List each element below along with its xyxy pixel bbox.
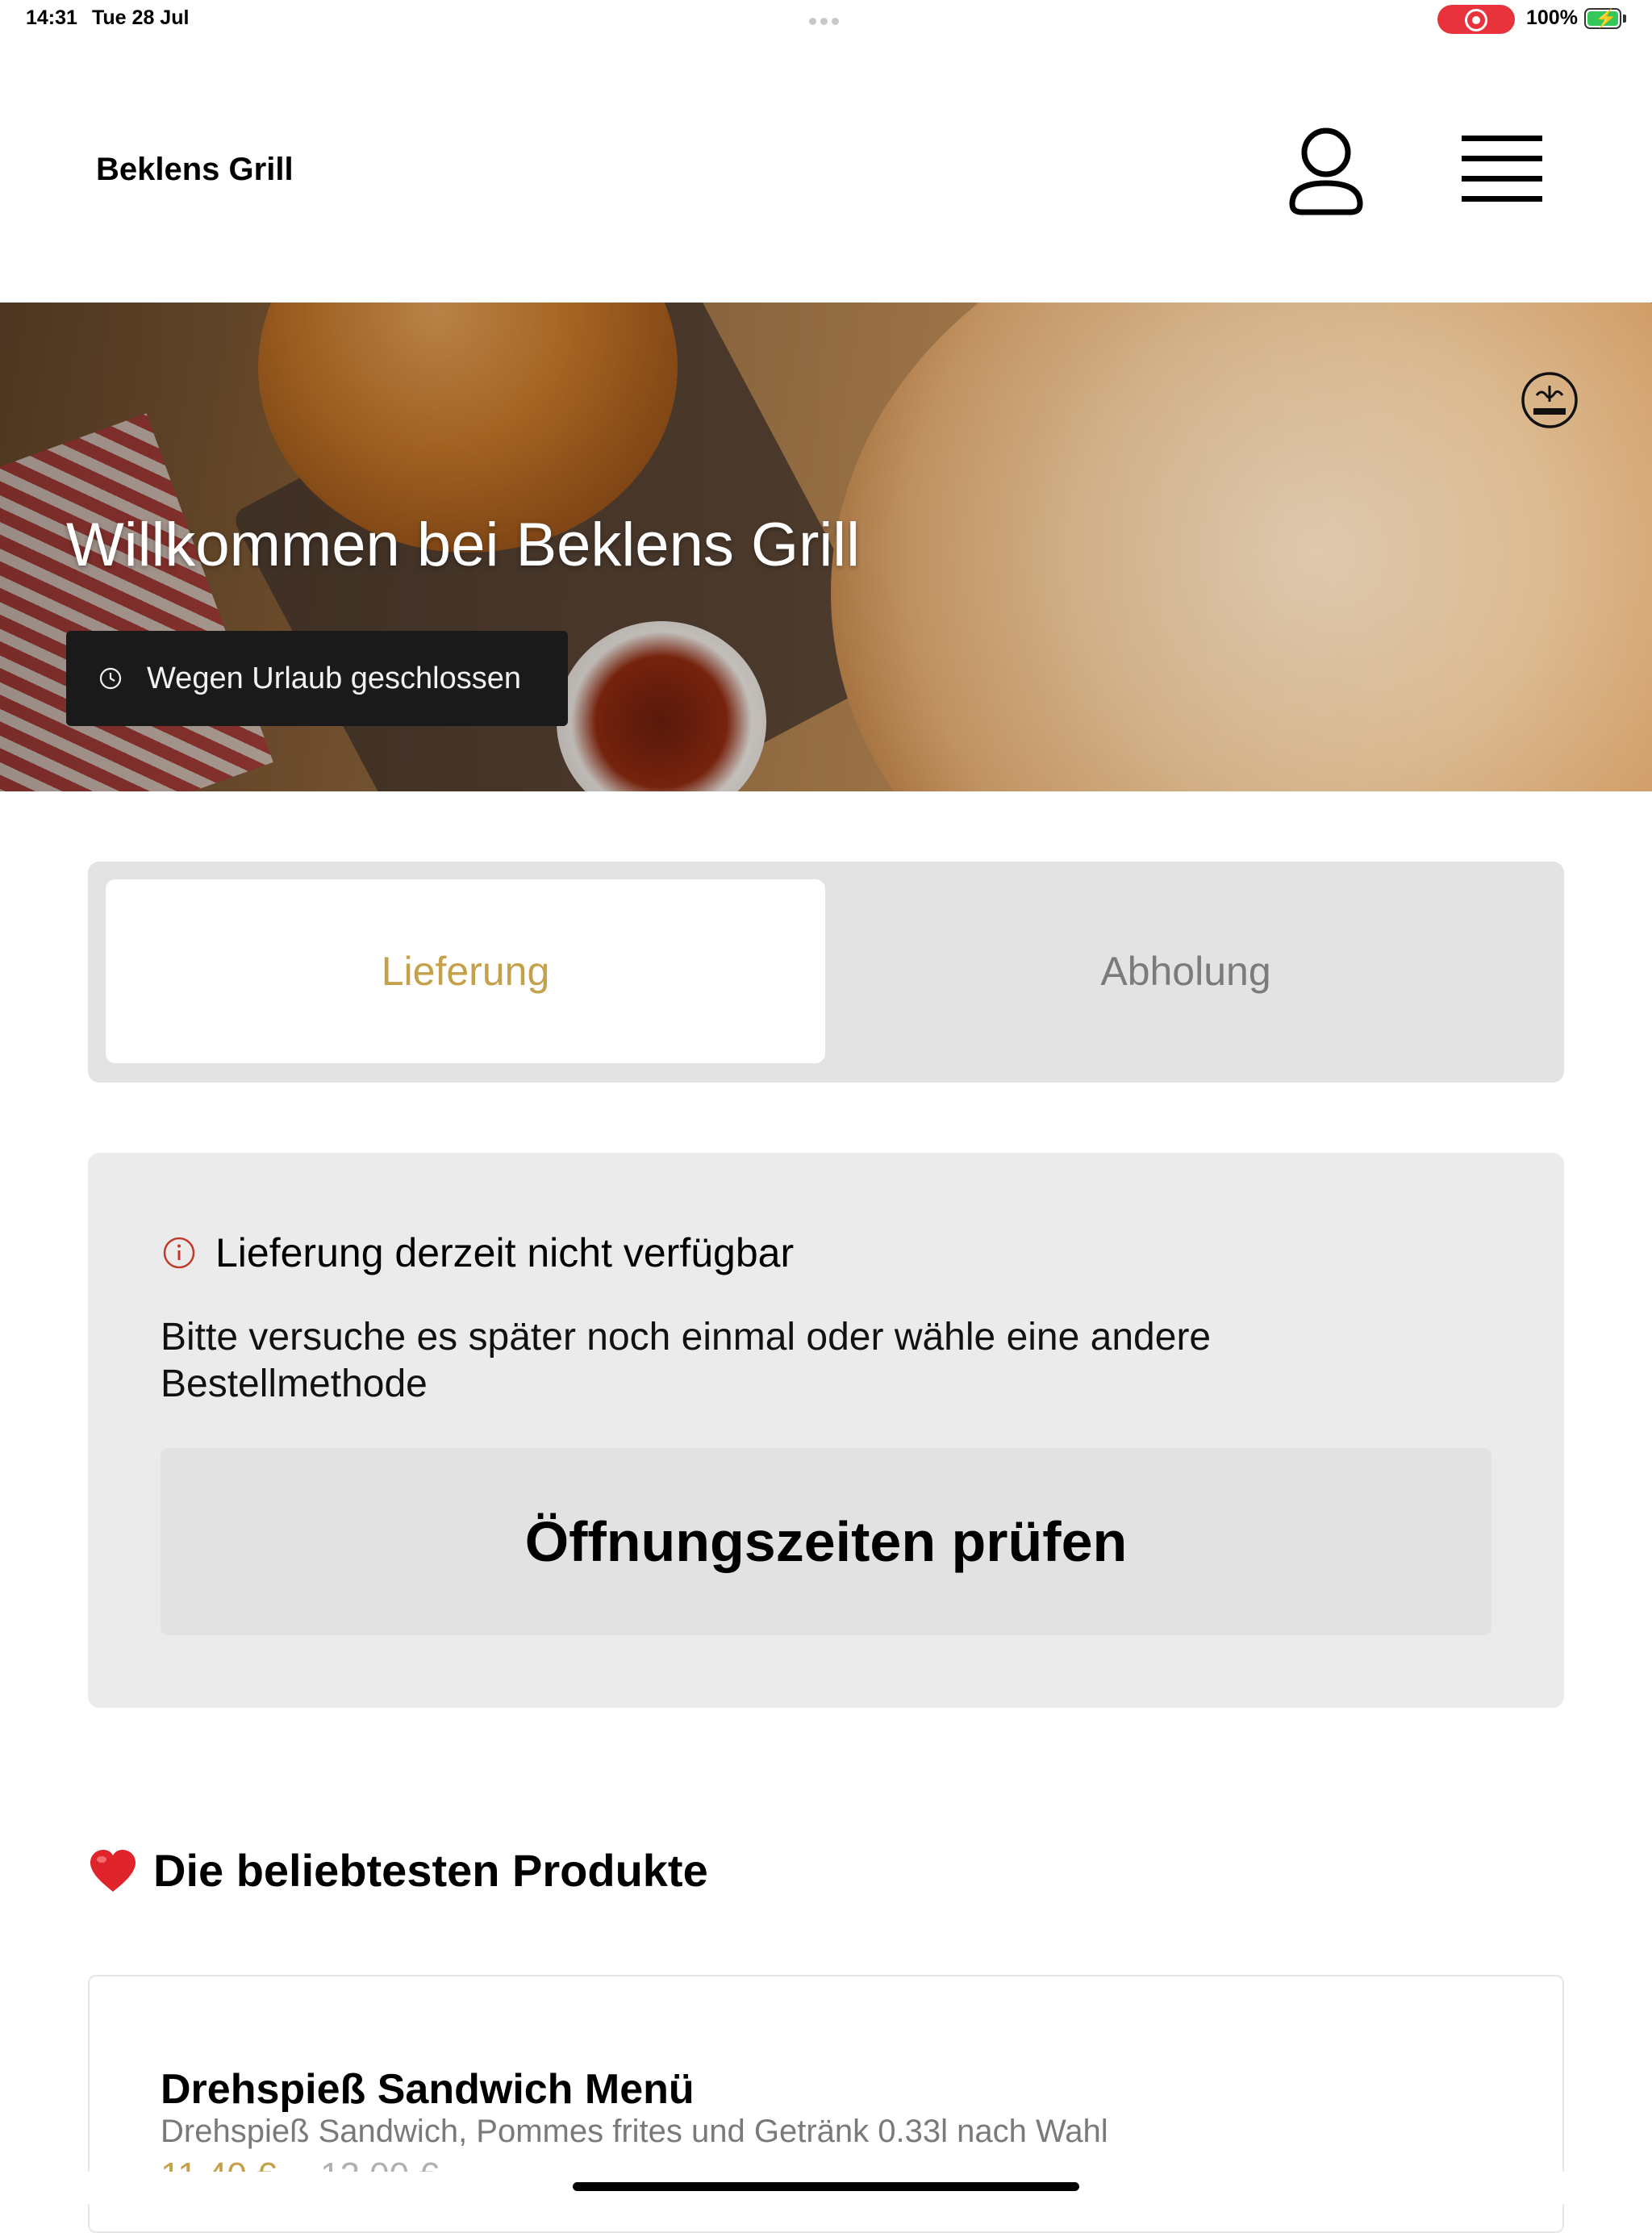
product-description: Drehspieß Sandwich, Pommes frites und Ge… [161,2114,1108,2149]
home-indicator[interactable] [573,2182,1079,2191]
tab-abholung[interactable]: Abholung [825,879,1546,1063]
check-opening-hours-button[interactable]: Öffnungszeiten prüfen [161,1448,1491,1635]
product-name: Drehspieß Sandwich Menü [161,2066,695,2113]
popular-products-heading: Die beliebtesten Produkte [89,1844,708,1897]
clock-icon [99,667,122,690]
battery-icon: ⚡ [1584,8,1621,29]
notice-message: Bitte versuche es später noch einmal ode… [161,1316,1212,1405]
brand-title[interactable]: Beklens Grill [96,152,294,188]
battery-percentage: 100% [1526,6,1578,29]
status-time: 14:31 [26,6,77,29]
popular-products-title: Die beliebtesten Produkte [153,1845,708,1896]
status-date: Tue 28 Jul [92,6,190,29]
tab-lieferung[interactable]: Lieferung [106,879,825,1063]
delivery-unavailable-panel: Lieferung derzeit nicht verfügbar Bitte … [88,1153,1564,1708]
multitasking-dots-icon[interactable] [809,15,843,25]
status-bar: 14:31 Tue 28 Jul 100% ⚡ [0,0,1652,39]
status-badge: Wegen Urlaub geschlossen [66,631,568,726]
hero-title: Willkommen bei Beklens Grill [66,511,861,579]
battery-tip [1623,15,1626,23]
status-badge-label: Wegen Urlaub geschlossen [147,661,522,695]
heart-icon [90,1849,136,1892]
hamburger-menu-icon[interactable] [1462,136,1542,207]
user-icon[interactable] [1286,125,1366,218]
info-icon [163,1237,195,1269]
screen-recording-icon[interactable] [1437,5,1515,34]
order-mode-selector: Lieferung Abholung [88,862,1564,1083]
notice-title: Lieferung derzeit nicht verfügbar [215,1230,795,1275]
halal-logo-icon [1521,371,1579,429]
notice-header: Lieferung derzeit nicht verfügbar [162,1229,794,1276]
